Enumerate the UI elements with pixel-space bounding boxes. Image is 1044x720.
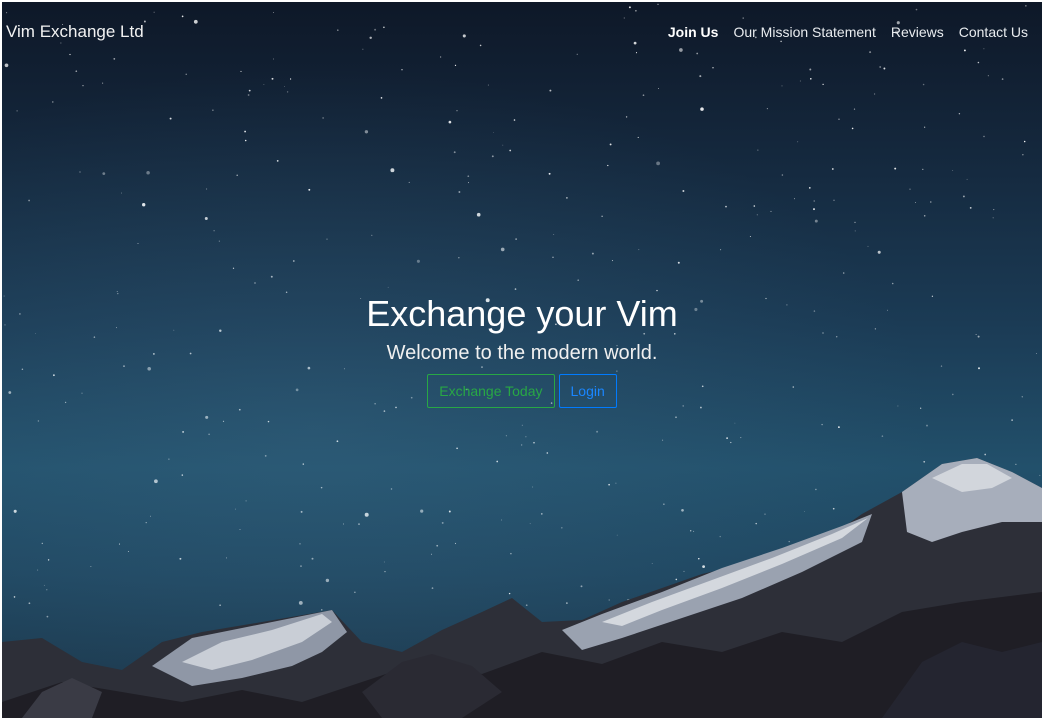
hero-buttons: Exchange Today Login [2, 374, 1042, 408]
login-button[interactable]: Login [558, 374, 617, 408]
nav-link-mission-statement[interactable]: Our Mission Statement [733, 24, 875, 40]
nav-links: Join Us Our Mission Statement Reviews Co… [668, 24, 1028, 40]
nav-link-contact-us[interactable]: Contact Us [959, 24, 1028, 40]
page: Vim Exchange Ltd Join Us Our Mission Sta… [2, 2, 1042, 718]
hero-section: Exchange your Vim Welcome to the modern … [2, 292, 1042, 408]
nav-link-join-us[interactable]: Join Us [668, 24, 719, 40]
brand-link[interactable]: Vim Exchange Ltd [6, 22, 144, 42]
hero-title: Exchange your Vim [366, 293, 678, 334]
nav-link-reviews[interactable]: Reviews [891, 24, 944, 40]
hero-subtitle: Welcome to the modern world. [386, 342, 658, 364]
exchange-today-button[interactable]: Exchange Today [427, 374, 555, 408]
navbar: Vim Exchange Ltd Join Us Our Mission Sta… [2, 2, 1042, 62]
